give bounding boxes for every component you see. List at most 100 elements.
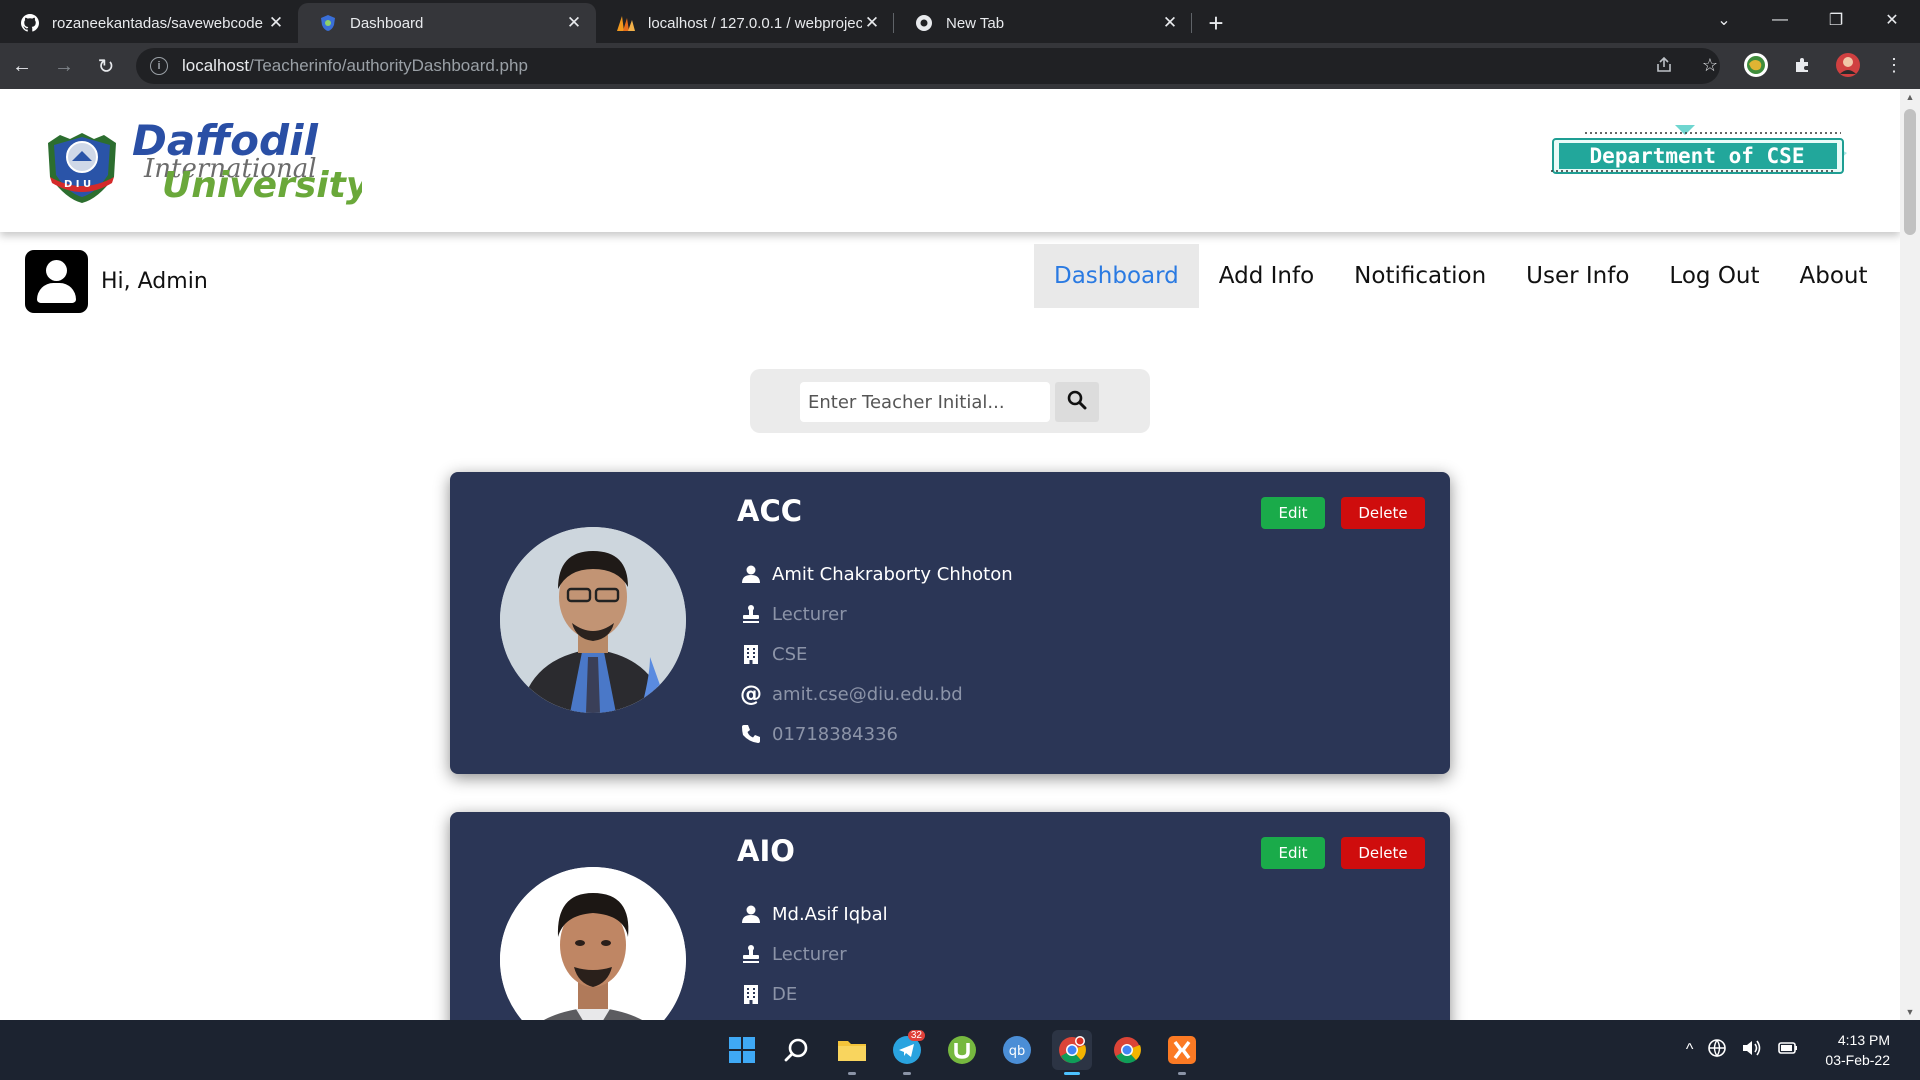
- chrome-icon: [914, 13, 934, 33]
- diu-favicon-icon: [318, 13, 338, 33]
- tab-close-icon[interactable]: ✕: [862, 13, 882, 33]
- file-explorer-icon[interactable]: [832, 1030, 872, 1075]
- edit-button[interactable]: Edit: [1261, 497, 1325, 529]
- page-content: D I U Daffodil International University …: [0, 89, 1900, 1020]
- scroll-down-icon[interactable]: ▼: [1900, 1007, 1920, 1017]
- teacher-name-row: Amit Chakraborty Chhoton: [738, 554, 1013, 594]
- teacher-initial: AIO: [737, 834, 795, 868]
- teacher-email: amit.cse@diu.edu.bd: [772, 683, 963, 705]
- tray-chevron-icon[interactable]: ^: [1686, 1041, 1694, 1059]
- browser-menu-icon[interactable]: ⋮: [1880, 51, 1908, 79]
- scrollbar-thumb[interactable]: [1904, 109, 1916, 235]
- back-icon[interactable]: ←: [2, 46, 42, 86]
- tab-close-icon[interactable]: ✕: [1160, 13, 1180, 33]
- teacher-photo: [500, 867, 686, 1020]
- bookmark-star-icon[interactable]: ☆: [1696, 51, 1724, 79]
- restore-icon[interactable]: ❐: [1808, 10, 1864, 30]
- teacher-initial-input[interactable]: [800, 382, 1050, 422]
- qbittorrent-icon[interactable]: qb: [997, 1030, 1037, 1070]
- user-icon: [738, 901, 764, 927]
- teacher-phone: 01718384336: [772, 723, 898, 745]
- taskbar-apps: 32 qb: [722, 1030, 1202, 1075]
- tab-search-icon[interactable]: ⌄: [1696, 10, 1752, 30]
- svg-text:D I U: D I U: [64, 179, 91, 190]
- url-path: /Teacherinfo/authorityDashboard.php: [249, 56, 528, 75]
- teacher-card: ACC Edit Delete Amit Chakraborty Chhoton…: [450, 472, 1450, 774]
- tab-title: rozaneekantadas/savewebcode: [52, 14, 263, 32]
- volume-icon[interactable]: [1741, 1038, 1763, 1063]
- delete-button[interactable]: Delete: [1341, 497, 1425, 529]
- phone-icon: [738, 721, 764, 747]
- tab-new-tab[interactable]: New Tab ✕: [894, 3, 1192, 43]
- xampp-icon[interactable]: [1162, 1030, 1202, 1075]
- main-nav: Dashboard Add Info Notification User Inf…: [1034, 244, 1888, 308]
- tab-close-icon[interactable]: ✕: [266, 13, 286, 33]
- teacher-department: DE: [772, 983, 798, 1005]
- extension-globe-icon[interactable]: [1742, 51, 1770, 79]
- delete-button[interactable]: Delete: [1341, 837, 1425, 869]
- page-scrollbar[interactable]: ▲ ▼: [1900, 89, 1920, 1020]
- user-icon: [738, 561, 764, 587]
- tab-close-icon[interactable]: ✕: [564, 13, 584, 33]
- teacher-department-row: DE: [738, 974, 888, 1014]
- edit-button[interactable]: Edit: [1261, 837, 1325, 869]
- language-globe-icon[interactable]: [1707, 1038, 1727, 1063]
- diu-logo[interactable]: D I U Daffodil International University: [42, 116, 371, 207]
- windows-taskbar: 32 qb ^ 4:13 PM 03-Feb-22: [0, 1020, 1920, 1080]
- building-icon: [738, 981, 764, 1007]
- github-icon: [20, 13, 40, 33]
- teacher-details: Md.Asif Iqbal Lecturer DE: [738, 894, 888, 1014]
- card-actions: Edit Delete: [1261, 837, 1425, 869]
- close-window-icon[interactable]: ✕: [1864, 10, 1920, 30]
- site-header: D I U Daffodil International University …: [0, 89, 1900, 232]
- address-bar[interactable]: i localhost/Teacherinfo/authorityDashboa…: [136, 48, 1720, 84]
- chrome-icon[interactable]: [1107, 1030, 1147, 1070]
- share-icon[interactable]: [1650, 51, 1678, 79]
- clock-time: 4:13 PM: [1837, 1032, 1890, 1048]
- teacher-designation: Lecturer: [772, 943, 847, 965]
- extensions-puzzle-icon[interactable]: [1788, 51, 1816, 79]
- tab-title: localhost / 127.0.0.1 / webproject: [648, 14, 862, 32]
- nav-log-out[interactable]: Log Out: [1649, 244, 1779, 308]
- search-button[interactable]: [1055, 382, 1099, 422]
- clock[interactable]: 4:13 PM 03-Feb-22: [1825, 1030, 1890, 1070]
- search-icon[interactable]: [777, 1030, 817, 1070]
- department-badge: Department of CSE: [1545, 119, 1850, 191]
- utorrent-icon[interactable]: [942, 1030, 982, 1070]
- browser-tab-strip: rozaneekantadas/savewebcode ✕ Dashboard …: [0, 0, 1920, 43]
- tab-title: Dashboard: [350, 14, 424, 32]
- nav-add-info[interactable]: Add Info: [1199, 244, 1334, 308]
- reload-icon[interactable]: ↻: [86, 46, 126, 86]
- phpmyadmin-icon: [616, 13, 636, 33]
- site-info-icon[interactable]: i: [150, 57, 168, 75]
- nav-user-info[interactable]: User Info: [1506, 244, 1649, 308]
- tab-phpmyadmin[interactable]: localhost / 127.0.0.1 / webproject ✕: [596, 3, 894, 43]
- user-avatar-icon: [25, 250, 88, 313]
- stamp-icon: [738, 601, 764, 627]
- profile-avatar[interactable]: [1834, 51, 1862, 79]
- user-greeting: Hi, Admin: [25, 250, 208, 313]
- scroll-up-icon[interactable]: ▲: [1900, 92, 1920, 102]
- minimize-icon[interactable]: —: [1752, 11, 1808, 29]
- teacher-card: AIO Edit Delete Md.Asif Iqbal Lecturer D…: [450, 812, 1450, 1020]
- nav-dashboard[interactable]: Dashboard: [1034, 244, 1199, 308]
- battery-icon[interactable]: [1777, 1038, 1799, 1063]
- forward-icon[interactable]: →: [44, 46, 84, 86]
- teacher-department: CSE: [772, 643, 808, 665]
- tab-dashboard[interactable]: Dashboard ✕: [298, 3, 596, 43]
- teacher-designation-row: Lecturer: [738, 934, 888, 974]
- greeting-text: Hi, Admin: [101, 269, 208, 294]
- nav-notification[interactable]: Notification: [1334, 244, 1506, 308]
- nav-about[interactable]: About: [1780, 244, 1888, 308]
- department-badge-text: Department of CSE: [1590, 144, 1805, 168]
- chrome-dev-icon[interactable]: [1052, 1030, 1092, 1075]
- url-host: localhost: [182, 56, 250, 75]
- teacher-email-row: @ amit.cse@diu.edu.bd: [738, 674, 1013, 714]
- telegram-icon[interactable]: 32: [887, 1030, 927, 1075]
- start-windows-icon[interactable]: [722, 1030, 762, 1070]
- new-tab-button[interactable]: +: [1196, 3, 1236, 43]
- tab-github[interactable]: rozaneekantadas/savewebcode ✕: [0, 3, 298, 43]
- telegram-unread-badge: 32: [907, 1030, 925, 1041]
- teacher-department-row: CSE: [738, 634, 1013, 674]
- window-controls: ⌄ — ❐ ✕: [1696, 0, 1920, 40]
